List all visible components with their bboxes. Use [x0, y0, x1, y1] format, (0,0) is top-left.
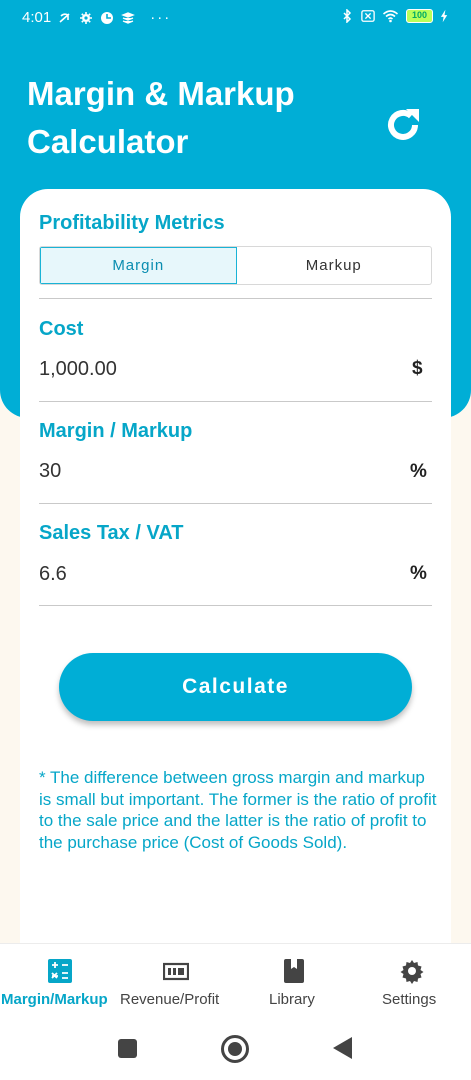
- bottom-navigation: Margin/Markup Revenue/Profit Library Set…: [0, 943, 471, 1018]
- refresh-icon: [388, 109, 419, 140]
- sales-tax-label: Sales Tax / VAT: [39, 522, 184, 544]
- cost-input[interactable]: [39, 355, 399, 383]
- more-notifications-icon: ···: [150, 9, 172, 26]
- book-icon: [284, 959, 304, 983]
- nav-label-library: Library: [269, 991, 315, 1008]
- tab-margin[interactable]: Margin: [40, 247, 237, 284]
- back-icon[interactable]: [332, 1036, 354, 1060]
- no-sim-icon: [361, 10, 375, 22]
- nav-label-margin-markup: Margin/Markup: [1, 991, 108, 1008]
- calculator-icon: [48, 959, 72, 983]
- info-note: * The difference between gross margin an…: [39, 768, 437, 852]
- margin-markup-underline: [39, 503, 432, 504]
- settings-status-icon: [80, 11, 93, 24]
- margin-markup-input[interactable]: [39, 457, 399, 485]
- sales-tax-underline: [39, 605, 432, 606]
- cost-label: Cost: [39, 318, 84, 340]
- system-navigation-bar: [0, 1018, 471, 1080]
- nav-settings[interactable]: Settings: [354, 944, 471, 1019]
- nav-label-settings: Settings: [382, 991, 437, 1008]
- battery-icon: 100: [406, 9, 433, 23]
- status-time: 4:01: [22, 9, 52, 26]
- sales-tax-unit: %: [410, 563, 427, 584]
- wifi-icon: [382, 10, 399, 23]
- home-icon[interactable]: [220, 1034, 250, 1064]
- nav-revenue-profit[interactable]: Revenue/Profit: [118, 944, 236, 1019]
- section-title: Profitability Metrics: [39, 212, 225, 234]
- gear-icon: [400, 960, 424, 984]
- app-title: Margin & Markup Calculator: [27, 75, 295, 160]
- stack-status-icon: [121, 11, 136, 24]
- reset-button[interactable]: [380, 102, 426, 148]
- nav-library[interactable]: Library: [236, 944, 354, 1019]
- calculate-button[interactable]: Calculate: [59, 653, 412, 721]
- divider: [39, 298, 432, 299]
- sales-tax-input[interactable]: [39, 560, 399, 588]
- banknote-icon: [163, 962, 189, 981]
- nav-margin-markup[interactable]: Margin/Markup: [0, 944, 118, 1019]
- cost-unit: $: [412, 358, 423, 379]
- margin-markup-unit: %: [410, 461, 427, 482]
- tab-markup[interactable]: Markup: [237, 247, 432, 284]
- metric-toggle: Margin Markup: [39, 246, 432, 285]
- nav-label-revenue-profit: Revenue/Profit: [120, 991, 220, 1008]
- margin-markup-label: Margin / Markup: [39, 420, 193, 442]
- app-status-icon: [101, 11, 114, 24]
- bluetooth-icon: [343, 9, 352, 23]
- cost-underline: [39, 401, 432, 402]
- do-not-disturb-icon: [59, 12, 70, 23]
- status-bar: 4:01 ··· 100: [0, 0, 471, 38]
- charging-icon: [440, 9, 448, 23]
- recents-icon[interactable]: [117, 1038, 138, 1059]
